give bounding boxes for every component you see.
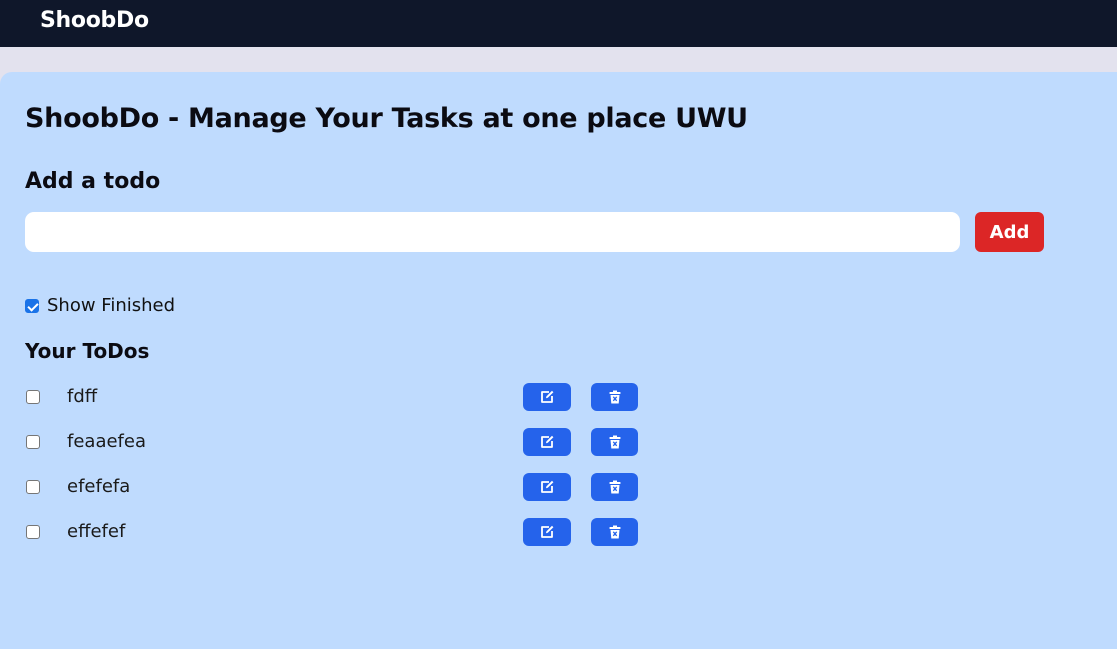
delete-button[interactable] — [591, 473, 638, 501]
delete-icon — [609, 435, 620, 449]
todo-text: efefefa — [67, 476, 131, 497]
todo-text: feaaefea — [67, 431, 146, 452]
todo-checkbox[interactable] — [26, 435, 40, 449]
add-button[interactable]: Add — [975, 212, 1044, 252]
edit-icon — [541, 480, 554, 493]
delete-button[interactable] — [591, 383, 638, 411]
delete-button[interactable] — [591, 518, 638, 546]
delete-icon — [609, 390, 620, 404]
todo-checkbox[interactable] — [26, 480, 40, 494]
delete-icon — [609, 480, 620, 494]
add-todo-heading: Add a todo — [25, 169, 161, 194]
edit-button[interactable] — [523, 383, 571, 411]
todo-checkbox[interactable] — [26, 390, 40, 404]
todo-item: feaaefea — [25, 428, 665, 456]
todo-input[interactable] — [25, 212, 960, 252]
todo-item: fdff — [25, 383, 665, 411]
show-finished-checkbox[interactable] — [25, 299, 39, 313]
todo-text: fdff — [67, 386, 98, 407]
delete-button[interactable] — [591, 428, 638, 456]
delete-icon — [609, 525, 620, 539]
brand-logo[interactable]: ShoobDo — [40, 8, 149, 33]
edit-button[interactable] — [523, 518, 571, 546]
todo-item: effefef — [25, 518, 665, 546]
todo-item: efefefa — [25, 473, 665, 501]
edit-icon — [541, 525, 554, 538]
todos-heading: Your ToDos — [25, 339, 150, 363]
edit-button[interactable] — [523, 428, 571, 456]
page-title: ShoobDo - Manage Your Tasks at one place… — [25, 103, 748, 134]
edit-button[interactable] — [523, 473, 571, 501]
navbar: ShoobDo — [0, 0, 1117, 47]
todo-checkbox[interactable] — [26, 525, 40, 539]
show-finished-label: Show Finished — [47, 295, 176, 316]
main-card: ShoobDo - Manage Your Tasks at one place… — [0, 72, 1117, 649]
edit-icon — [541, 435, 554, 448]
edit-icon — [541, 390, 554, 403]
todo-text: effefef — [67, 521, 126, 542]
show-finished-toggle[interactable]: Show Finished — [25, 294, 175, 318]
